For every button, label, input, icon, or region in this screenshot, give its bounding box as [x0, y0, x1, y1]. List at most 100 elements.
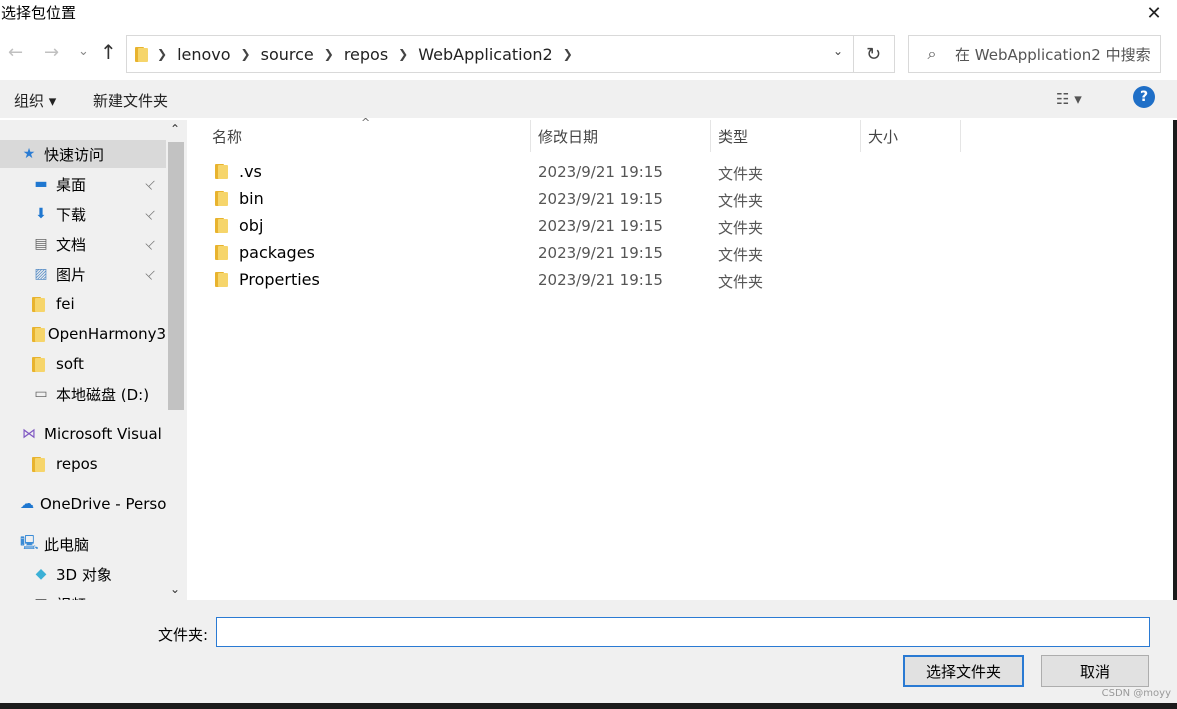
up-icon[interactable]: ↑	[100, 40, 117, 64]
sidebar-item[interactable]: ▬ 桌面 ⊥	[0, 170, 166, 198]
sidebar-item[interactable]: OpenHarmony3	[0, 320, 166, 348]
help-icon[interactable]: ?	[1133, 86, 1155, 108]
chevron-right-icon[interactable]: ❯	[322, 47, 336, 61]
column-divider[interactable]	[960, 120, 961, 152]
chevron-right-icon[interactable]: ❯	[155, 47, 169, 61]
search-box[interactable]: ⌕ 在 WebApplication2 中搜索	[908, 35, 1161, 73]
folder-label: 文件夹:	[158, 626, 209, 644]
dialog-footer: 文件夹: 选择文件夹 取消 CSDN @moyy	[0, 600, 1177, 703]
sidebar-item[interactable]: ▭ 本地磁盘 (D:)	[0, 380, 166, 408]
title-bar: 选择包位置 ✕	[0, 0, 1177, 26]
chevron-right-icon[interactable]: ❯	[396, 47, 410, 61]
sidebar-item[interactable]: ★ 快速访问	[0, 140, 166, 168]
organize-menu[interactable]: 组织 ▾	[14, 90, 56, 111]
sidebar-item[interactable]: ▤ 文档 ⊥	[0, 230, 166, 258]
drive-icon: ▭	[34, 386, 48, 402]
file-type: 文件夹	[718, 165, 764, 183]
window-border	[0, 703, 1177, 709]
column-header-type[interactable]: 类型	[718, 126, 748, 147]
chevron-right-icon[interactable]: ❯	[561, 47, 575, 61]
recent-locations-icon[interactable]: ⌄	[78, 44, 89, 59]
3d-objects-icon: ◆	[35, 566, 47, 582]
sort-ascending-icon: ^	[361, 116, 371, 129]
sidebar-item-label: 3D 对象	[56, 565, 112, 584]
view-options-icon[interactable]: ☷ ▾	[1056, 90, 1082, 108]
folder-icon	[215, 272, 231, 287]
search-icon: ⌕	[927, 44, 937, 63]
folder-input[interactable]	[216, 617, 1150, 647]
file-date: 2023/9/21 19:15	[538, 163, 663, 181]
folder-icon	[215, 191, 231, 206]
star-icon: ★	[22, 146, 36, 162]
new-folder-button[interactable]: 新建文件夹	[93, 90, 168, 111]
chevron-down-icon[interactable]: ⌄	[833, 44, 843, 58]
select-folder-button[interactable]: 选择文件夹	[903, 655, 1024, 687]
file-type: 文件夹	[718, 273, 764, 291]
file-row[interactable]: bin 2023/9/21 19:15 文件夹	[207, 187, 1157, 213]
pictures-icon: ▨	[34, 266, 48, 282]
file-type: 文件夹	[718, 246, 764, 264]
sidebar-item-label: 下载	[56, 205, 87, 224]
folder-icon	[135, 46, 149, 62]
file-row[interactable]: obj 2023/9/21 19:15 文件夹	[207, 214, 1157, 240]
close-button[interactable]: ✕	[1131, 0, 1177, 26]
forward-icon[interactable]: →	[44, 42, 59, 63]
sidebar-item-label: Microsoft Visual	[44, 425, 162, 443]
column-header-name[interactable]: 名称	[212, 126, 242, 147]
folder-icon	[32, 296, 46, 312]
breadcrumb-webapplication2[interactable]: WebApplication2	[410, 45, 560, 64]
sidebar-item[interactable]: ▨ 图片 ⊥	[0, 260, 166, 288]
pin-icon: ⊥	[142, 205, 160, 223]
file-name: packages	[239, 243, 315, 262]
scroll-up-icon[interactable]: ⌃	[170, 122, 180, 136]
chevron-right-icon[interactable]: ❯	[239, 47, 253, 61]
folder-icon	[32, 456, 46, 472]
navigation-bar: ← → ⌄ ↑ ❯ lenovo ❯ source ❯ repos ❯ WebA…	[0, 30, 1177, 76]
file-name: .vs	[239, 162, 262, 181]
sidebar-item[interactable]: ☁ OneDrive - Perso	[0, 490, 166, 518]
window-border	[1173, 120, 1177, 600]
sidebar-item-label: soft	[56, 355, 84, 373]
sidebar-item-label: repos	[56, 455, 98, 473]
visual-studio-icon: ⋈	[22, 426, 36, 442]
column-header-size[interactable]: 大小	[868, 126, 898, 147]
folder-icon	[215, 164, 231, 179]
file-name: Properties	[239, 270, 320, 289]
back-icon[interactable]: ←	[8, 42, 23, 63]
file-type: 文件夹	[718, 192, 764, 210]
sidebar-scrollbar[interactable]: ⌃ ⌄	[166, 120, 186, 600]
file-row[interactable]: .vs 2023/9/21 19:15 文件夹	[207, 160, 1157, 186]
file-row[interactable]: packages 2023/9/21 19:15 文件夹	[207, 241, 1157, 267]
refresh-button[interactable]: ↻	[853, 35, 895, 73]
sidebar-item[interactable]: ⬇ 下载 ⊥	[0, 200, 166, 228]
sidebar-item[interactable]: soft	[0, 350, 166, 378]
sidebar-item[interactable]: ▦视频	[0, 590, 166, 601]
sidebar-item-label: 本地磁盘 (D:)	[56, 385, 150, 404]
column-header-date[interactable]: 修改日期	[538, 126, 598, 147]
address-bar[interactable]: ❯ lenovo ❯ source ❯ repos ❯ WebApplicati…	[126, 35, 854, 73]
sidebar-item-label: OneDrive - Perso	[40, 495, 166, 513]
sidebar-item[interactable]: fei	[0, 290, 166, 318]
scroll-down-icon[interactable]: ⌄	[170, 582, 180, 596]
sidebar-item[interactable]: 🖳 此电脑	[0, 530, 166, 558]
file-list: 名称 ^ 修改日期 类型 大小 .vs 2023/9/21 19:15 文件夹 bin…	[187, 116, 1173, 600]
scroll-thumb[interactable]	[168, 142, 184, 410]
pin-icon: ⊥	[142, 235, 160, 253]
breadcrumb-lenovo[interactable]: lenovo	[169, 45, 238, 64]
sidebar-item[interactable]: ◆ 3D 对象	[0, 560, 166, 588]
watermark: CSDN @moyy	[1101, 688, 1171, 699]
onedrive-icon: ☁	[20, 496, 34, 512]
sidebar-item[interactable]: ⋈ Microsoft Visual	[0, 420, 166, 448]
search-input[interactable]: 在 WebApplication2 中搜索	[955, 44, 1151, 65]
file-type: 文件夹	[718, 219, 764, 237]
file-row[interactable]: Properties 2023/9/21 19:15 文件夹	[207, 268, 1157, 294]
sidebar-item[interactable]: repos	[0, 450, 166, 478]
file-date: 2023/9/21 19:15	[538, 271, 663, 289]
breadcrumb-repos[interactable]: repos	[336, 45, 396, 64]
column-divider[interactable]	[710, 120, 711, 152]
pin-icon: ⊥	[142, 265, 160, 283]
breadcrumb-source[interactable]: source	[253, 45, 322, 64]
cancel-button[interactable]: 取消	[1041, 655, 1149, 687]
column-divider[interactable]	[860, 120, 861, 152]
column-divider[interactable]	[530, 120, 531, 152]
